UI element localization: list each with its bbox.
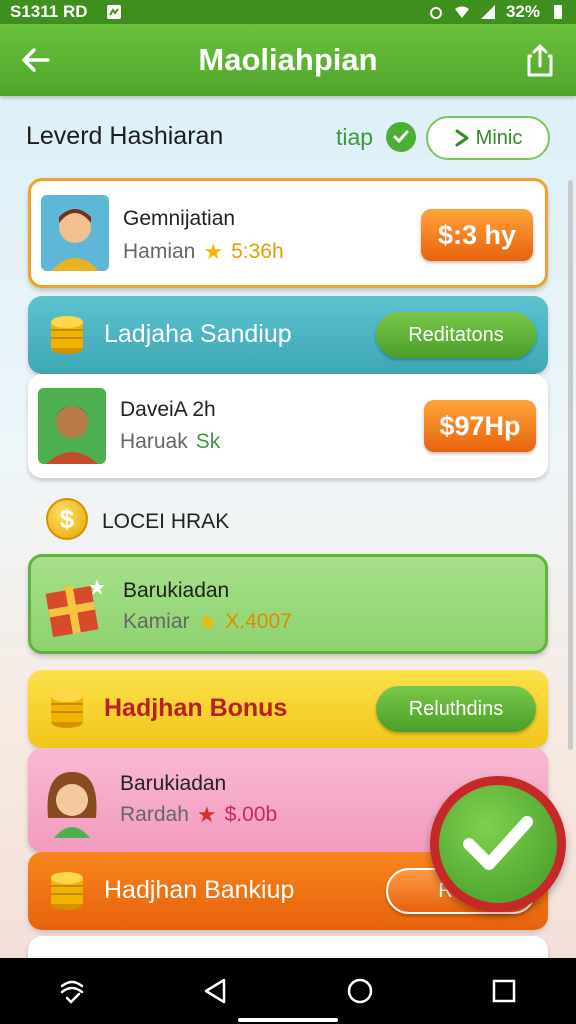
banner-label: Hadjhan Bonus	[104, 694, 288, 722]
alarm-icon	[429, 7, 442, 19]
item-rating: Sk	[195, 430, 221, 453]
banner-offer[interactable]: Ladjaha Sandiup Reditatons	[28, 296, 548, 374]
star-icon: ★	[203, 239, 224, 264]
avatar	[38, 762, 106, 838]
back-arrow-icon[interactable]	[18, 42, 54, 78]
local-label: LOCEI HRAK	[102, 510, 230, 533]
system-nav-bar	[0, 958, 576, 1024]
coin-stack-icon	[51, 690, 83, 728]
price-button[interactable]: $97Hp	[424, 400, 536, 452]
home-indicator	[238, 1018, 338, 1022]
item-sub: Kamiar ★ X.4007	[123, 609, 292, 635]
list-item[interactable]: Barukiadan Kamiar ★ X.4007	[28, 554, 548, 654]
play-icon	[455, 129, 469, 147]
item-name: Gemnijatian	[123, 207, 236, 230]
check-icon	[463, 816, 533, 870]
share-icon[interactable]	[524, 42, 556, 78]
tap-label[interactable]: tiap	[336, 124, 373, 151]
banner-bonus[interactable]: Hadjhan Bonus Reluthdins	[28, 670, 548, 748]
price-button[interactable]: $:3 hy	[421, 209, 533, 261]
item-name: DaveiA 2h	[120, 398, 216, 421]
dollar-coin-icon: $	[46, 498, 88, 540]
item-rating: $.00b	[224, 803, 278, 826]
item-rating: X.4007	[225, 610, 292, 633]
list-item[interactable]: DaveiA 2h Haruak Sk $97Hp	[28, 374, 548, 478]
battery-icon	[554, 5, 562, 19]
section-title: Leverd Hashiaran	[26, 122, 224, 150]
item-sub-label: Hamian	[123, 240, 196, 263]
avatar	[41, 195, 109, 271]
battery-text: 32%	[505, 2, 540, 21]
overview-nav-icon[interactable]	[484, 971, 524, 1011]
item-sub: Haruak Sk	[120, 430, 220, 454]
scrollbar[interactable]	[568, 180, 573, 750]
signal-icon	[480, 5, 495, 19]
banner-label: Hadjhan Bankiup	[104, 876, 295, 904]
status-bar: S1311 RD 32%	[0, 0, 576, 24]
item-rating: 5:36h	[231, 240, 284, 263]
item-sub: Rardah ★ $.00b	[120, 802, 277, 828]
status-left-text: S1311 RD	[10, 2, 88, 21]
item-name: Barukiadan	[120, 772, 227, 795]
coin-stack-icon	[51, 316, 83, 354]
star-icon: ★	[197, 609, 218, 634]
avatar	[38, 388, 106, 464]
back-nav-icon[interactable]	[196, 971, 236, 1011]
item-name: Barukiadan	[123, 579, 230, 602]
banner-button[interactable]: Reditatons	[376, 312, 536, 358]
item-sub: Hamian ★ 5:36h	[123, 239, 284, 265]
banner-button[interactable]: Reluthdins	[376, 686, 536, 732]
banner-label: Ladjaha Sandiup	[104, 320, 292, 348]
confirm-fab-button[interactable]	[430, 776, 566, 912]
item-sub-label: Kamiar	[123, 610, 190, 633]
app-bar: Maoliahpian	[0, 24, 576, 96]
gift-box-icon	[41, 567, 109, 643]
coin-stack-icon	[51, 872, 83, 910]
item-sub-label: Haruak	[120, 430, 188, 453]
mini-button-label: Minic	[475, 126, 523, 149]
list-item[interactable]: Gemnijatian Hamian ★ 5:36h $:3 hy	[28, 178, 548, 288]
recent-apps-icon[interactable]	[52, 971, 92, 1011]
notification-icon	[106, 5, 121, 19]
mini-button[interactable]: Minic	[426, 116, 550, 160]
star-icon: ★	[196, 802, 217, 827]
app-title: Maoliahpian	[198, 42, 378, 77]
home-nav-icon[interactable]	[340, 971, 380, 1011]
item-sub-label: Rardah	[120, 803, 189, 826]
check-icon[interactable]	[386, 122, 416, 152]
section-header: Leverd Hashiaran tiap Minic	[0, 110, 576, 166]
wifi-icon	[454, 6, 469, 18]
